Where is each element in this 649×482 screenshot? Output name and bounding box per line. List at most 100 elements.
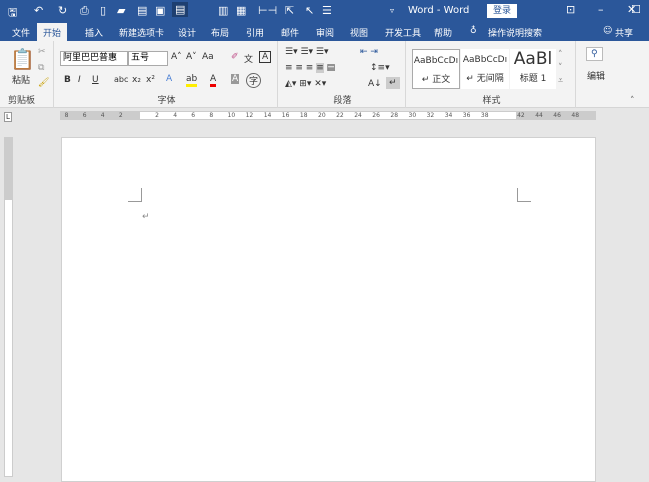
- pointer-icon[interactable]: ↖: [305, 4, 314, 17]
- paste-icon[interactable]: 📋: [10, 47, 35, 71]
- margin-corner: [128, 188, 142, 202]
- shrink-font-icon[interactable]: A˅: [186, 52, 197, 62]
- tab-view[interactable]: 视图: [350, 26, 368, 39]
- bullets-icon[interactable]: ☰▾ ☰▾ ☰▾: [285, 47, 328, 57]
- enclose-char-icon[interactable]: 字: [246, 73, 262, 88]
- tab-layout[interactable]: 布局: [211, 26, 229, 39]
- align-icons[interactable]: ≡ ≡ ≡ ≡ ▤: [285, 63, 335, 73]
- ribbon-display-icon[interactable]: ⊡: [566, 3, 575, 16]
- bullets-icon[interactable]: ☰: [322, 4, 332, 17]
- document-page[interactable]: ↵: [61, 137, 596, 482]
- line-spacing-icon[interactable]: ↕≡▾: [370, 63, 390, 73]
- close-button[interactable]: ✕: [627, 3, 636, 16]
- ruler-number: 32: [426, 112, 435, 119]
- underline-button[interactable]: U: [92, 75, 99, 85]
- subscript-button[interactable]: x₂: [132, 75, 141, 85]
- paragraph-group: ☰▾ ☰▾ ☰▾ ⇤ ⇥ ≡ ≡ ≡ ≡ ▤ ↕≡▾ ◭▾ ⊞▾ ✕▾ A↓ ↵…: [280, 41, 406, 108]
- login-button[interactable]: 登录: [487, 4, 517, 18]
- shading-icon[interactable]: ◭▾ ⊞▾ ✕▾: [285, 79, 326, 89]
- new-icon[interactable]: ▯: [100, 4, 106, 17]
- sort-icon[interactable]: A↓: [368, 79, 382, 89]
- tab-references[interactable]: 引用: [246, 26, 264, 39]
- open-icon[interactable]: ▰: [117, 4, 125, 17]
- clear-format-icon[interactable]: ✐: [231, 52, 239, 62]
- tab-insert[interactable]: 插入: [85, 26, 103, 39]
- font-label: 字体: [157, 96, 176, 106]
- search-box[interactable]: 操作说明搜索: [488, 26, 542, 39]
- tab-file[interactable]: 文件: [12, 26, 30, 39]
- phonetic-icon[interactable]: 文: [244, 52, 253, 65]
- window-title: Word - Word: [408, 5, 470, 16]
- undo-icon[interactable]: ↶: [34, 4, 43, 17]
- style-no-spacing[interactable]: AaBbCcDı ↵ 无间隔: [461, 49, 509, 89]
- font-color-icon[interactable]: A: [210, 74, 217, 87]
- collapse-ribbon-icon[interactable]: ˄: [630, 96, 635, 106]
- copy-icon[interactable]: ⧉: [38, 63, 44, 73]
- style-heading-1[interactable]: AaBl 标题 1: [510, 49, 556, 89]
- bold-button[interactable]: B: [64, 75, 71, 85]
- style-normal[interactable]: AaBbCcDı ↵ 正文: [412, 49, 460, 89]
- lightbulb-icon: ♁: [470, 26, 477, 36]
- paste-icon[interactable]: ▤: [137, 4, 147, 17]
- save-icon[interactable]: 🖫: [8, 4, 17, 23]
- margins-icon[interactable]: ⊢⊣: [258, 4, 277, 17]
- customize-icon[interactable]: ▿: [390, 6, 394, 15]
- strikethrough-button[interactable]: abc: [114, 75, 128, 84]
- ruler-number: 14: [263, 112, 272, 119]
- change-case-button[interactable]: Aa: [202, 52, 214, 62]
- tab-developer[interactable]: 开发工具: [385, 26, 421, 39]
- columns-icon[interactable]: ▥: [218, 4, 228, 17]
- tab-mailings[interactable]: 邮件: [281, 26, 299, 39]
- find-icon[interactable]: ⚲: [586, 47, 603, 61]
- styles-scroll[interactable]: ˄ ˅ ⩡: [558, 49, 563, 88]
- screenshot-icon[interactable]: ▣: [155, 4, 165, 17]
- cut-icon[interactable]: ✂: [38, 47, 46, 57]
- ruler-number: 12: [245, 112, 254, 119]
- ruler-number: 2: [118, 112, 123, 119]
- style-preview: AaBl: [513, 49, 553, 69]
- tab-new[interactable]: 新建选项卡: [119, 26, 164, 39]
- style-preview: AaBbCcDı: [462, 55, 508, 65]
- ruler-number: 34: [444, 112, 453, 119]
- format-painter-icon[interactable]: 🖌: [38, 78, 49, 88]
- superscript-button[interactable]: x²: [146, 75, 155, 85]
- ruler-number: 2: [155, 112, 159, 119]
- indent-icons[interactable]: ⇤ ⇥: [360, 47, 378, 57]
- tab-home[interactable]: 开始: [37, 23, 68, 41]
- style-name: ↵ 无间隔: [466, 74, 504, 84]
- ruler-number: 8: [209, 112, 214, 119]
- redo-icon[interactable]: ↻: [58, 4, 67, 17]
- highlight-icon[interactable]: ab: [186, 74, 198, 87]
- read-mode-icon[interactable]: ▤: [172, 2, 189, 17]
- tab-review[interactable]: 审阅: [316, 26, 334, 39]
- ruler-number: 8: [64, 112, 69, 119]
- editing-button[interactable]: 编辑: [587, 69, 605, 82]
- minimize-button[interactable]: –: [598, 3, 604, 16]
- paste-button[interactable]: 粘贴: [12, 73, 30, 86]
- tab-stop-selector[interactable]: L: [4, 112, 12, 122]
- font-size-select[interactable]: 五号: [128, 51, 168, 66]
- paragraph-mark: ↵: [142, 212, 150, 222]
- ruler-number: 42: [517, 112, 525, 119]
- tab-design[interactable]: 设计: [178, 26, 196, 39]
- share-button[interactable]: 共享: [615, 26, 633, 39]
- title-bar: 🖫 ↶ ↻ ⎙ ▯ ▰ ▤ ▣ ▤ ▥ ▦ ⊢⊣ ⇱ ↖ ☰ ▿ Word - …: [0, 0, 649, 22]
- tab-help[interactable]: 帮助: [434, 26, 452, 39]
- text-effects-icon[interactable]: A: [166, 74, 172, 84]
- grow-font-icon[interactable]: A˄: [171, 52, 182, 62]
- print-preview-icon[interactable]: ⎙: [80, 4, 89, 18]
- vertical-ruler[interactable]: [4, 137, 13, 477]
- style-name: ↵ 正文: [421, 75, 451, 85]
- margin-corner: [517, 188, 531, 202]
- paragraph-label: 段落: [333, 96, 352, 106]
- italic-button[interactable]: I: [78, 75, 81, 85]
- font-name-select[interactable]: 阿里巴巴普惠: [60, 51, 128, 66]
- select-icon[interactable]: ⇱: [285, 4, 294, 17]
- clipboard-group: 📋 粘贴 ✂ ⧉ 🖌 剪贴板: [0, 41, 54, 108]
- horizontal-ruler[interactable]: 8 6 4 2 2 4 6 8 10 12 14 16 18 20 22 24 26 28 30 32 34 36 38 42…: [60, 111, 596, 120]
- clipboard-icon[interactable]: ▦: [236, 4, 246, 17]
- show-marks-icon[interactable]: ↵: [386, 77, 400, 89]
- char-shading-icon[interactable]: A: [231, 74, 240, 84]
- ruler-number: 38: [480, 112, 489, 119]
- char-border-icon[interactable]: A: [259, 51, 272, 63]
